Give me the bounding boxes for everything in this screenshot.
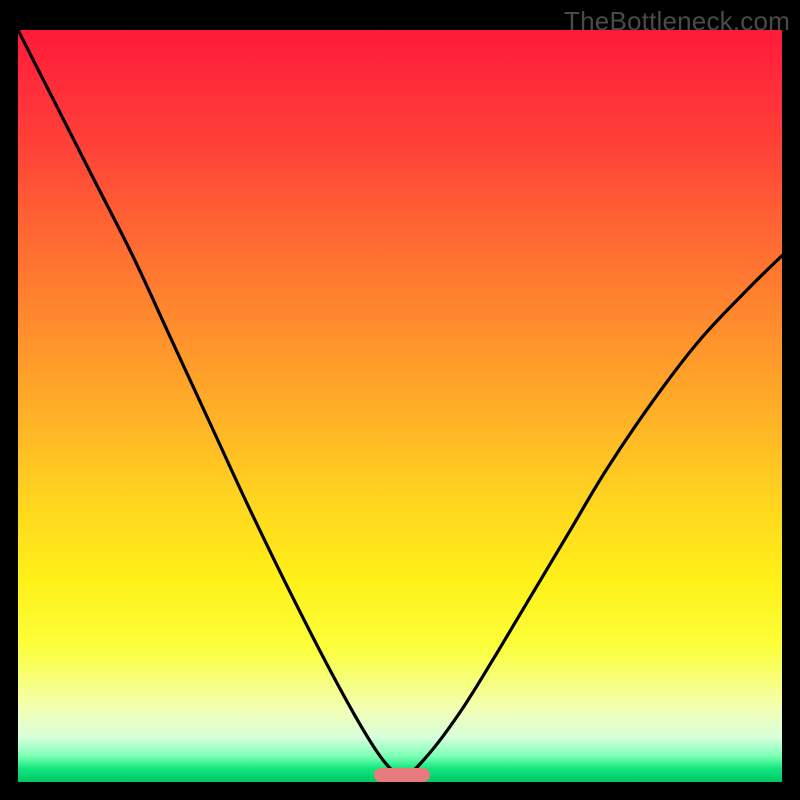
chart-frame: TheBottleneck.com <box>0 0 800 800</box>
plot-area <box>18 30 782 782</box>
watermark-text: TheBottleneck.com <box>564 6 790 37</box>
optimal-marker <box>374 768 430 782</box>
